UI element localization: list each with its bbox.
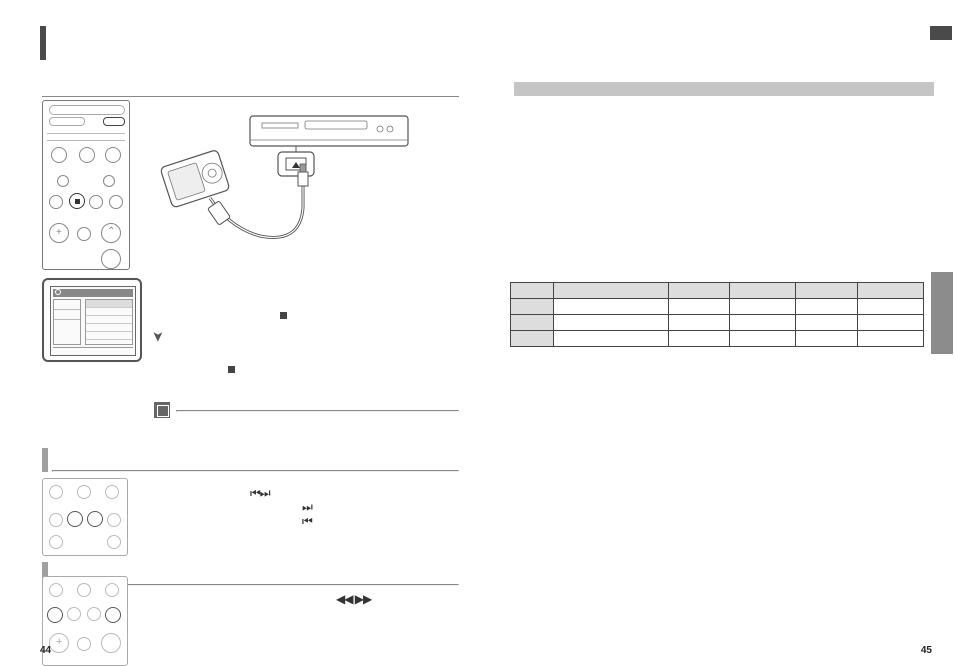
table-header (553, 283, 668, 299)
cursor-arrow-icon: ➤ (149, 331, 166, 343)
remote-control-bottom: + (42, 576, 128, 666)
stop-bullet-icon (228, 366, 235, 373)
left-page: + ⌃ (0, 0, 477, 666)
table-header (668, 283, 730, 299)
section-divider (52, 470, 459, 472)
search-icons: ◀◀ ▶▶ (336, 592, 371, 606)
table-row (511, 299, 924, 315)
section-marker (42, 448, 48, 472)
page-number-left: 44 (40, 645, 51, 656)
skip-back-icon: ⏮ (302, 514, 312, 529)
right-section-tab (930, 26, 952, 40)
table-row-head (511, 315, 554, 331)
connection-diagram (150, 108, 420, 258)
table-row (511, 315, 924, 331)
right-page: 45 (477, 0, 954, 666)
stop-bullet-icon (280, 312, 287, 319)
note-icon (154, 402, 170, 418)
remote-control-top: + ⌃ (42, 100, 130, 270)
osd-screen-preview (42, 278, 142, 362)
table-header (511, 283, 554, 299)
table-header (796, 283, 858, 299)
table-header (730, 283, 796, 299)
table-row-head (511, 331, 554, 347)
note-divider (176, 410, 459, 412)
page-number-right: 45 (921, 645, 932, 656)
right-thumb-tab (931, 272, 953, 354)
section-title-bar (514, 82, 934, 96)
section-divider (42, 96, 459, 97)
table-header (858, 283, 924, 299)
skip-both-icons: ⏮⏭ (250, 486, 270, 501)
osd-header-icon (55, 289, 61, 295)
remote-control-mid (42, 478, 128, 556)
left-section-tab (40, 26, 46, 60)
table-row-head (511, 299, 554, 315)
table-row (511, 331, 924, 347)
compatibility-table (510, 282, 924, 347)
skip-forward-icon: ⏭ (302, 500, 312, 515)
